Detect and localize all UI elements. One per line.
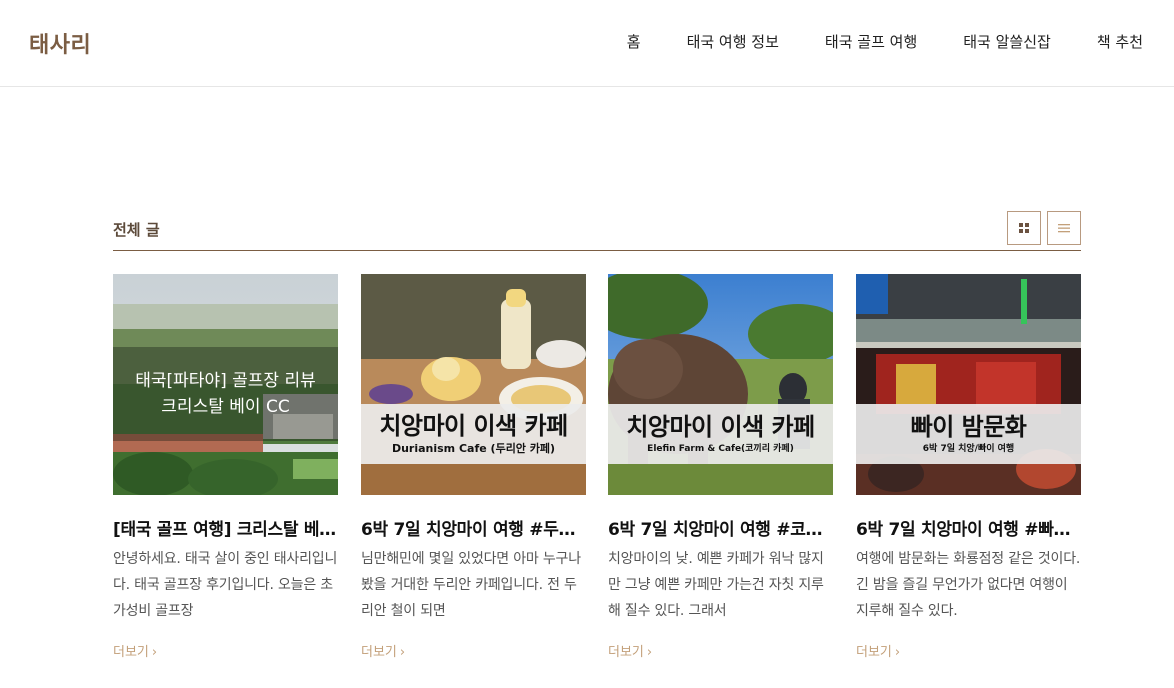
section-header: 전체 글 (113, 210, 1081, 251)
post-title[interactable]: 6박 7일 치앙마이 여행 #빠이 밤문화 (856, 515, 1081, 540)
post-title[interactable]: [태국 골프 여행] 크리스탈 베이 CC (113, 515, 338, 540)
section-title: 전체 글 (113, 221, 160, 239)
post-thumbnail[interactable]: 빠이 밤문화 6박 7일 치앙/빠이 여행 (856, 274, 1081, 495)
chevron-right-icon: › (894, 645, 901, 660)
read-more-label: 더보기 (608, 645, 644, 660)
main-nav: 홈 태국 여행 정보 태국 골프 여행 태국 알쓸신잡 책 추천 (581, 31, 1143, 52)
thumbnail-caption: 빠이 밤문화 6박 7일 치앙/빠이 여행 (856, 404, 1081, 464)
thumbnail-caption-line: 치앙마이 이색 카페 (379, 412, 568, 440)
chevron-right-icon: › (399, 645, 406, 660)
post-title[interactable]: 6박 7일 치앙마이 여행 #코끼리 카페 (608, 515, 833, 540)
post-excerpt: 여행에 밤문화는 화룡점정 같은 것이다. 긴 밤을 즐길 무언가가 없다면 여… (856, 551, 1081, 619)
chevron-right-icon: › (151, 645, 158, 660)
thumbnail-caption-line: Elefin Farm & Cafe(코끼리 카페) (647, 444, 794, 454)
post-excerpt: 안녕하세요. 태국 살이 중인 태사리입니다. 태국 골프장 후기입니다. 오늘… (113, 551, 338, 619)
post-excerpt: 님만해민에 몇일 있었다면 아마 누구나 봤을 거대한 두리안 카페입니다. 전… (361, 551, 581, 619)
post-excerpt: 치앙마이의 낮. 예쁜 카페가 워낙 많지만 그냥 예쁜 카페만 가는건 자칫 … (608, 551, 824, 619)
read-more-label: 더보기 (856, 645, 892, 660)
thumbnail-caption: 치앙마이 이색 카페 Elefin Farm & Cafe(코끼리 카페) (608, 404, 833, 464)
post-thumbnail[interactable]: 태국[파타야] 골프장 리뷰 크리스탈 베이 CC (113, 274, 338, 495)
post-card[interactable]: 태국[파타야] 골프장 리뷰 크리스탈 베이 CC [태국 골프 여행] 크리스… (113, 274, 338, 660)
nav-thailand-travel-info[interactable]: 태국 여행 정보 (687, 31, 779, 52)
thumbnail-caption: 태국[파타야] 골프장 리뷰 크리스탈 베이 CC (113, 347, 338, 441)
post-card[interactable]: 치앙마이 이색 카페 Elefin Farm & Cafe(코끼리 카페) 6박… (608, 274, 833, 660)
thumbnail-caption-line: 빠이 밤문화 (910, 413, 1027, 441)
read-more-link[interactable]: 더보기 › (856, 641, 900, 660)
grid-view-button[interactable] (1007, 211, 1041, 245)
thumbnail-caption-line: 태국[파타야] 골프장 리뷰 (135, 371, 316, 391)
chevron-right-icon: › (646, 645, 653, 660)
nav-book-recommendations[interactable]: 책 추천 (1097, 31, 1143, 52)
nav-thailand-trivia[interactable]: 태국 알쓸신잡 (963, 31, 1051, 52)
nav-thailand-golf-travel[interactable]: 태국 골프 여행 (825, 31, 917, 52)
thumbnail-caption-line: 크리스탈 베이 CC (161, 397, 290, 417)
read-more-link[interactable]: 더보기 › (608, 641, 652, 660)
list-view-button[interactable] (1047, 211, 1081, 245)
read-more-link[interactable]: 더보기 › (361, 641, 405, 660)
thumbnail-caption-line: Durianism Cafe (두리안 카페) (391, 442, 556, 455)
post-card[interactable]: 빠이 밤문화 6박 7일 치앙/빠이 여행 6박 7일 치앙마이 여행 #빠이 … (856, 274, 1081, 660)
post-thumbnail[interactable]: 치앙마이 이색 카페 Durianism Cafe (두리안 카페) (361, 274, 586, 495)
site-logo[interactable]: 태사리 (29, 27, 91, 59)
read-more-label: 더보기 (361, 645, 397, 660)
list-icon (1058, 224, 1070, 233)
post-thumbnail[interactable]: 치앙마이 이색 카페 Elefin Farm & Cafe(코끼리 카페) (608, 274, 833, 495)
thumbnail-caption: 치앙마이 이색 카페 Durianism Cafe (두리안 카페) (361, 404, 586, 464)
thumbnail-caption-line: 치앙마이 이색 카페 (626, 413, 815, 441)
thumbnail-caption-line: 6박 7일 치앙/빠이 여행 (922, 444, 1015, 454)
post-grid: 태국[파타야] 골프장 리뷰 크리스탈 베이 CC [태국 골프 여행] 크리스… (113, 274, 1081, 660)
grid-icon (1019, 223, 1029, 233)
read-more-label: 더보기 (113, 645, 149, 660)
post-card[interactable]: 치앙마이 이색 카페 Durianism Cafe (두리안 카페) 6박 7일… (361, 274, 586, 660)
read-more-link[interactable]: 더보기 › (113, 641, 157, 660)
site-header: 태사리 홈 태국 여행 정보 태국 골프 여행 태국 알쓸신잡 책 추천 (0, 0, 1174, 87)
nav-home[interactable]: 홈 (627, 31, 641, 52)
post-title[interactable]: 6박 7일 치앙마이 여행 #두리안 카페 (361, 515, 586, 540)
